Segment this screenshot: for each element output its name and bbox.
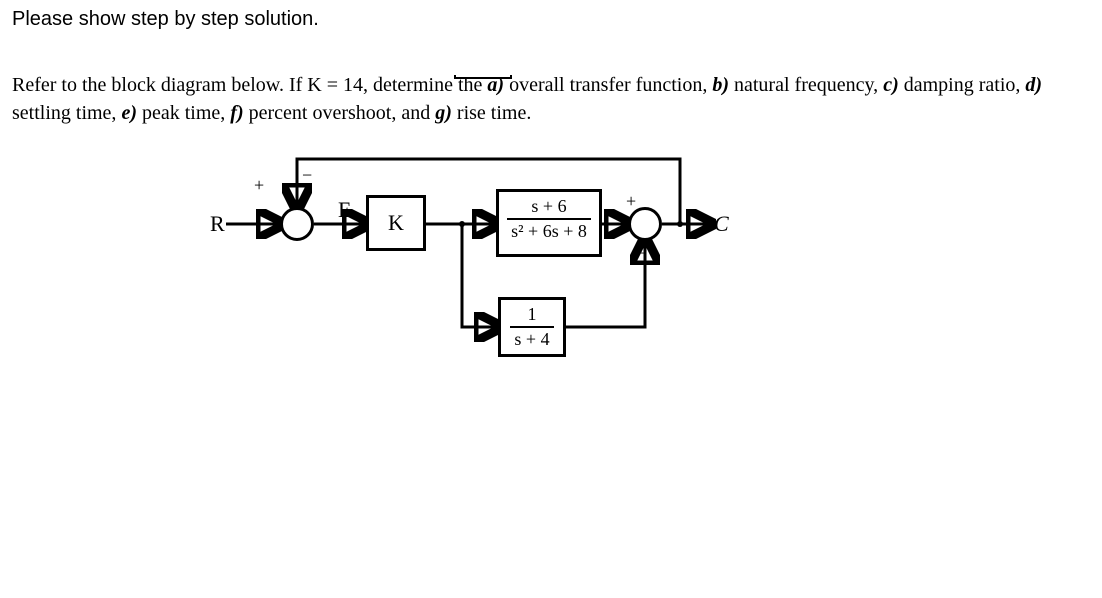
part-d-label: d): [1025, 74, 1042, 96]
part-a-text: overall transfer function,: [504, 74, 712, 96]
part-g-text: rise time.: [452, 102, 531, 124]
error-E: E: [338, 197, 351, 223]
problem-statement: Refer to the block diagram below. If K =…: [12, 71, 1062, 127]
part-g-label: g): [435, 102, 452, 124]
input-R: R: [210, 211, 225, 237]
part-f-label: f): [230, 102, 243, 124]
plant-fraction: s + 6 s² + 6s + 8: [507, 196, 591, 242]
lower-fraction: 1 s + 4: [510, 304, 553, 350]
lower-num: 1: [510, 304, 553, 326]
lower-block: 1 s + 4: [498, 297, 566, 357]
sum1-plus: +: [254, 175, 264, 196]
part-f-text: percent overshoot, and: [244, 102, 436, 124]
plant-num: s + 6: [507, 196, 591, 218]
lower-den: s + 4: [510, 326, 553, 350]
prompt-text: Please show step by step solution.: [12, 8, 1090, 31]
decorative-bracket: [454, 75, 512, 79]
summing-junction-2: [628, 207, 662, 241]
part-b-label: b): [712, 74, 729, 96]
sum1-minus: −: [302, 165, 312, 186]
part-d-text: settling time,: [12, 102, 121, 124]
summing-junction-1: [280, 207, 314, 241]
part-c-label: c): [883, 74, 899, 96]
part-e-label: e): [121, 102, 137, 124]
part-b-text: natural frequency,: [729, 74, 883, 96]
block-diagram: R + − E K s + 6 s² + 6s + 8 + − C 1 s + …: [12, 137, 832, 397]
plant-den: s² + 6s + 8: [507, 218, 591, 242]
part-c-text: damping ratio,: [899, 74, 1026, 96]
output-C: C: [714, 211, 729, 237]
gain-block-K: K: [366, 195, 426, 251]
part-e-text: peak time,: [137, 102, 230, 124]
instr-prefix: Refer to the block diagram below. If K =…: [12, 74, 487, 96]
diagram-wires: [12, 137, 832, 397]
sum2-minus: −: [636, 243, 646, 264]
plant-block: s + 6 s² + 6s + 8: [496, 189, 602, 257]
